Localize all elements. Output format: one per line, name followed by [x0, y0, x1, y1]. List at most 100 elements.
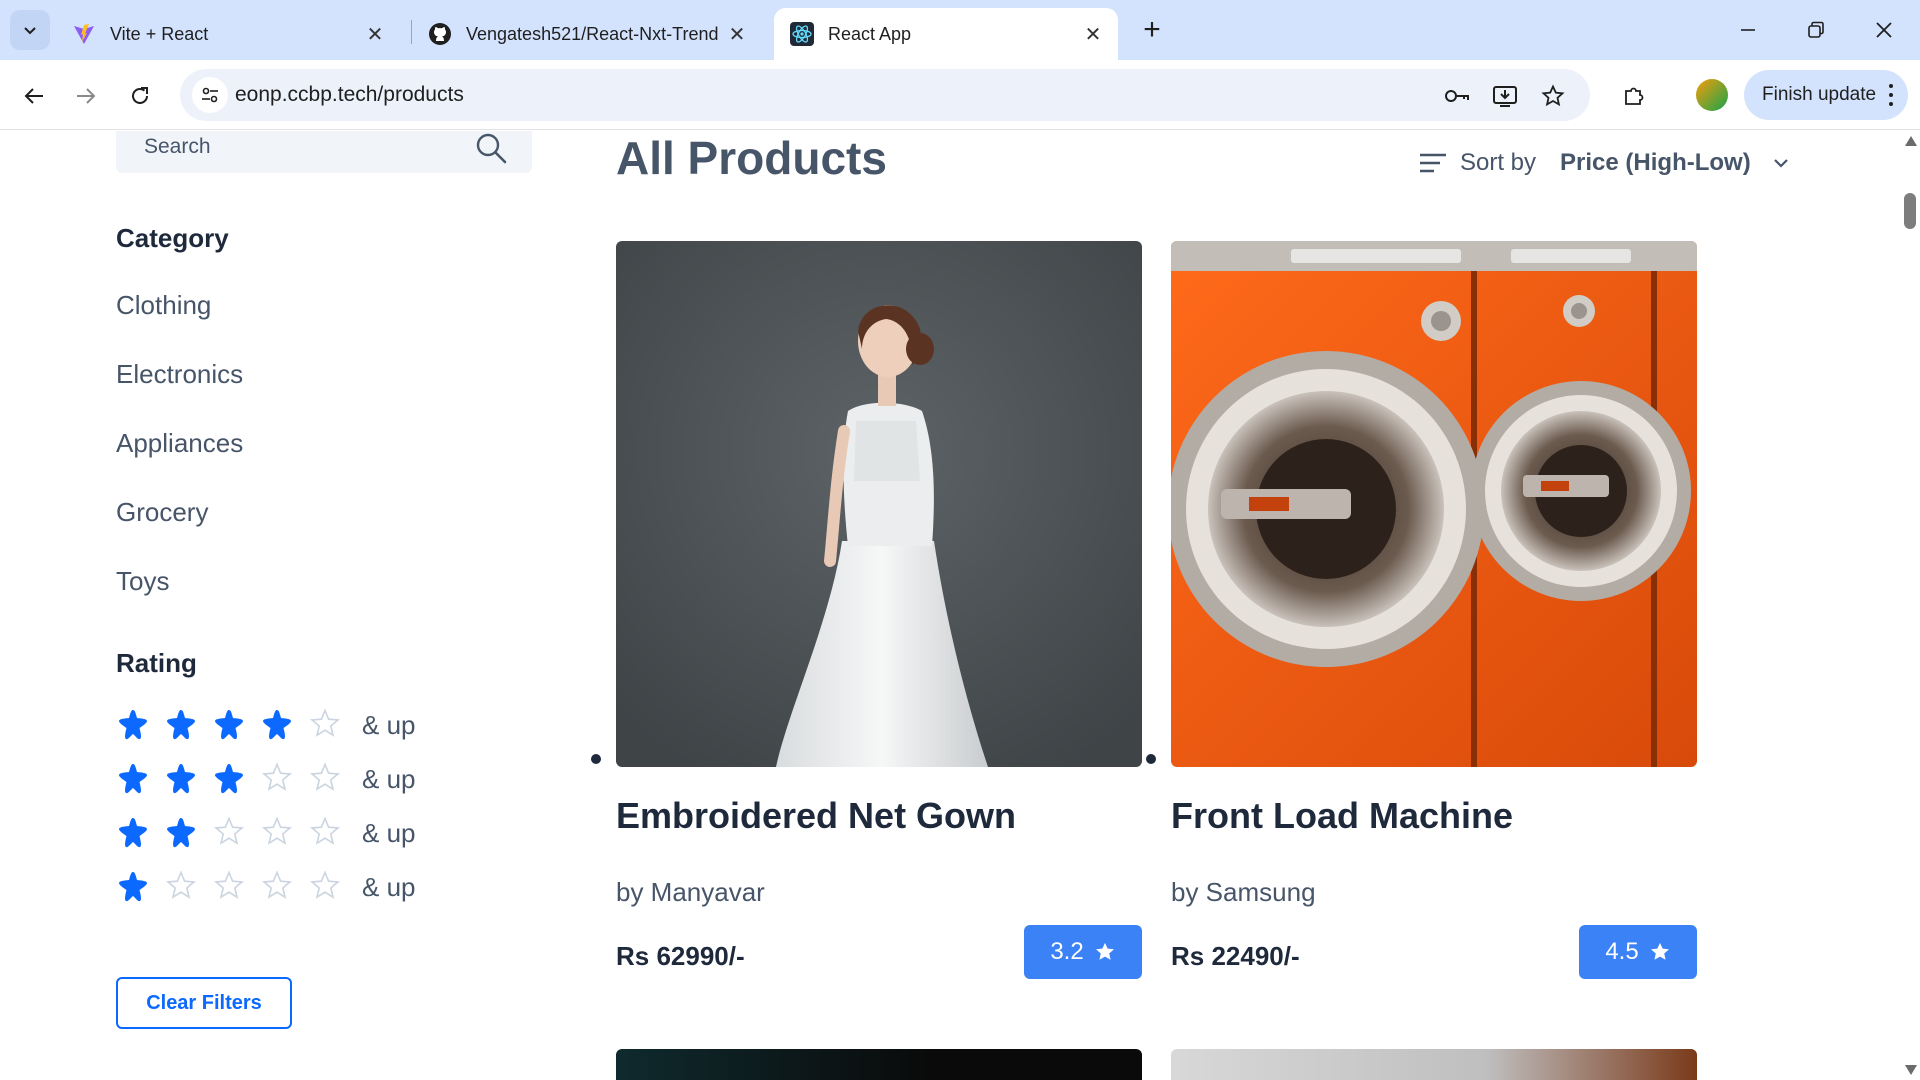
more-vert-icon	[1888, 84, 1894, 106]
tab-vite[interactable]: Vite + React ✕	[56, 8, 400, 60]
star-outline-icon	[213, 870, 245, 899]
restore-button[interactable]	[1788, 8, 1844, 52]
list-bullet	[1146, 754, 1156, 764]
bookmark-star-icon[interactable]	[1538, 81, 1568, 111]
product-image[interactable]	[1171, 241, 1697, 767]
rating-and-up-label: & up	[362, 817, 416, 848]
rating-filter-4[interactable]: & up	[116, 705, 416, 745]
star-filled-icon	[167, 764, 195, 794]
star-outline-icon	[309, 870, 341, 899]
rating-badge: 4.5	[1579, 925, 1697, 979]
clear-filters-button[interactable]: Clear Filters	[116, 977, 292, 1029]
star-outline-icon	[213, 816, 245, 845]
rating-badge: 3.2	[1024, 925, 1142, 979]
rating-and-up-label: & up	[362, 763, 416, 794]
search-icon[interactable]	[474, 131, 508, 165]
sort-control[interactable]: Sort by Price (High-Low)	[1418, 143, 1791, 183]
rating-heading: Rating	[116, 648, 197, 678]
tab-react-app[interactable]: React App ✕	[774, 8, 1118, 60]
star-filled-icon	[119, 818, 147, 848]
tab-search-button[interactable]	[10, 10, 50, 50]
product-name[interactable]: Front Load Machine	[1171, 795, 1513, 837]
rating-filter-1[interactable]: & up	[116, 867, 416, 907]
tab-title: Vite + React	[110, 23, 209, 44]
bridal-gown-photo	[616, 241, 1142, 767]
list-bullet	[591, 754, 601, 764]
forward-button[interactable]	[66, 76, 106, 116]
reload-icon	[132, 87, 148, 104]
arrow-left-icon	[24, 88, 43, 104]
rating-and-up-label: & up	[362, 871, 416, 902]
star-filled-icon	[215, 710, 243, 740]
scroll-up-arrow[interactable]	[1905, 136, 1917, 146]
rating-filter-3[interactable]: & up	[116, 759, 416, 799]
star-filled-icon	[263, 710, 291, 740]
star-outline-icon	[309, 762, 341, 791]
close-icon[interactable]: ✕	[362, 21, 388, 47]
tab-github[interactable]: Vengatesh521/React-Nxt-Trend ✕	[412, 8, 762, 60]
category-item-toys[interactable]: Toys	[116, 566, 169, 597]
rating-filter-2[interactable]: & up	[116, 813, 416, 853]
install-app-icon[interactable]	[1490, 81, 1520, 111]
scroll-down-arrow[interactable]	[1905, 1065, 1917, 1075]
star-filled-icon	[119, 710, 147, 740]
star-icon	[1095, 942, 1114, 960]
finish-update-button[interactable]: Finish update	[1744, 70, 1908, 120]
finish-update-label: Finish update	[1762, 84, 1877, 105]
chevron-down-icon[interactable]	[1771, 153, 1791, 173]
react-icon	[790, 22, 814, 46]
reload-button[interactable]	[120, 76, 160, 116]
product-image-partial[interactable]	[616, 1049, 1142, 1080]
sort-by-label: Sort by	[1460, 149, 1537, 176]
password-key-icon[interactable]	[1442, 81, 1472, 111]
browser-toolbar: eonp.ccbp.tech/products Finish update	[0, 60, 1920, 130]
back-button[interactable]	[14, 76, 54, 116]
product-image[interactable]	[616, 241, 1142, 767]
rating-stars	[116, 762, 356, 796]
product-brand: by Samsung	[1171, 877, 1316, 907]
profile-avatar[interactable]	[1696, 79, 1728, 111]
restore-icon	[1808, 21, 1824, 38]
page-scrollbar[interactable]	[1900, 131, 1920, 1080]
arrow-right-icon	[77, 88, 96, 104]
tab-title: React App	[828, 23, 912, 44]
new-tab-button[interactable]: +	[1134, 12, 1170, 48]
star-filled-icon	[119, 872, 147, 902]
product-brand: by Manyavar	[616, 877, 765, 907]
product-price: Rs 22490/-	[1171, 941, 1300, 971]
search-box	[116, 131, 532, 173]
site-info-button[interactable]	[192, 77, 228, 113]
washing-machines-photo	[1171, 241, 1697, 767]
address-bar[interactable]: eonp.ccbp.tech/products	[180, 69, 1590, 121]
rating-and-up-label: & up	[362, 709, 416, 740]
star-filled-icon	[167, 818, 195, 848]
minimize-button[interactable]	[1720, 8, 1776, 52]
search-input[interactable]	[116, 131, 476, 173]
products-page: Category Clothing Electronics Appliances…	[0, 131, 1900, 1080]
close-icon[interactable]: ✕	[1080, 21, 1106, 47]
extensions-button[interactable]	[1614, 76, 1654, 116]
tune-icon	[202, 87, 218, 103]
star-filled-icon	[215, 764, 243, 794]
product-image-partial[interactable]	[1171, 1049, 1697, 1080]
sort-select[interactable]: Price (High-Low)	[1560, 149, 1751, 177]
category-item-appliances[interactable]: Appliances	[116, 428, 243, 459]
product-name[interactable]: Embroidered Net Gown	[616, 795, 1016, 837]
minimize-icon	[1741, 29, 1755, 31]
category-item-electronics[interactable]: Electronics	[116, 359, 243, 390]
rating-value: 4.5	[1605, 938, 1639, 965]
close-window-button[interactable]	[1856, 8, 1912, 52]
url-text[interactable]: eonp.ccbp.tech/products	[235, 83, 464, 107]
rating-value: 3.2	[1050, 938, 1084, 965]
product-price: Rs 62990/-	[616, 941, 745, 971]
scroll-thumb[interactable]	[1904, 193, 1916, 229]
close-icon	[1876, 22, 1892, 38]
star-filled-icon	[167, 710, 195, 740]
star-outline-icon	[309, 816, 341, 845]
star-outline-icon	[261, 870, 293, 899]
close-icon[interactable]: ✕	[724, 21, 750, 47]
category-item-clothing[interactable]: Clothing	[116, 290, 211, 321]
category-heading: Category	[116, 223, 229, 253]
star-filled-icon	[119, 764, 147, 794]
category-item-grocery[interactable]: Grocery	[116, 497, 208, 528]
